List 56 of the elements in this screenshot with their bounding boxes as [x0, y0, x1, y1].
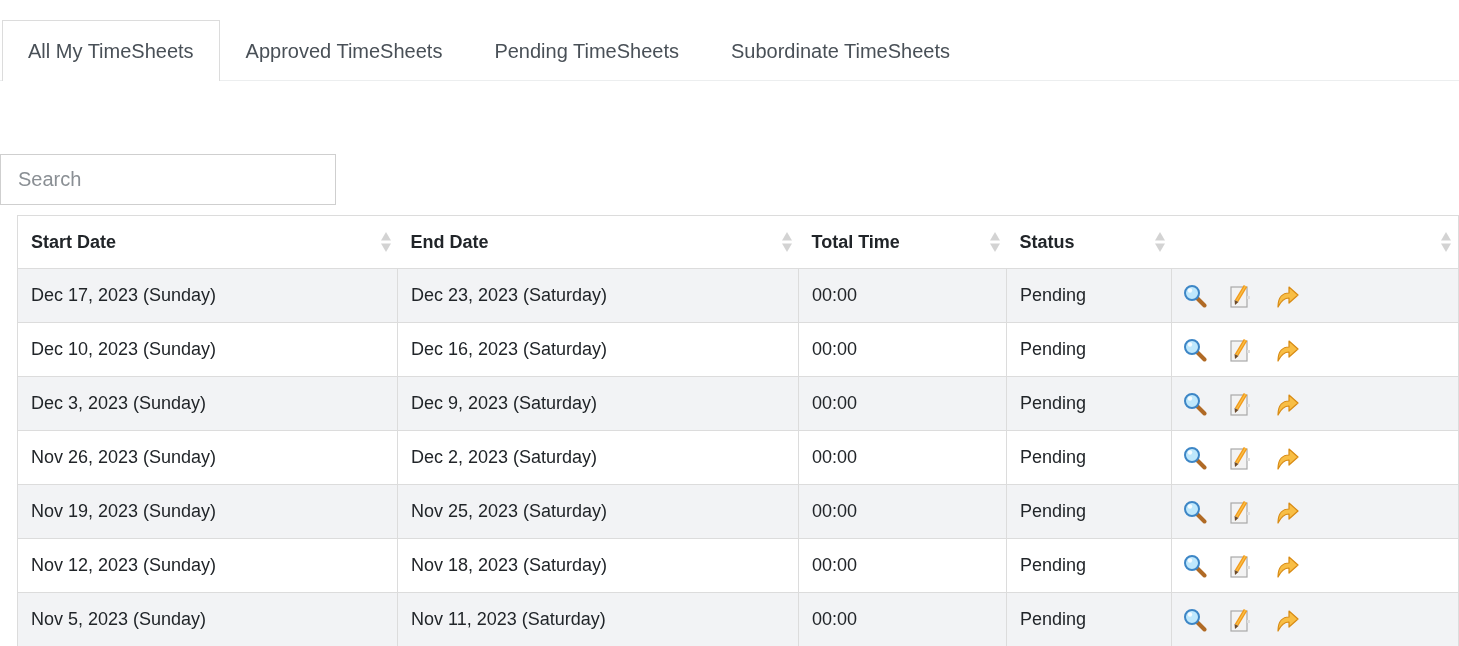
table-cell: Dec 23, 2023 (Saturday): [397, 268, 799, 323]
notepad-pencil-icon[interactable]: [1229, 283, 1253, 308]
magnifier-icon[interactable]: [1183, 391, 1207, 416]
magnifier-icon[interactable]: [1183, 283, 1207, 308]
table-cell: Pending: [1006, 430, 1172, 485]
sort-icon[interactable]: [1154, 231, 1165, 253]
table-cell: Dec 9, 2023 (Saturday): [397, 376, 799, 431]
column-header[interactable]: Status: [1006, 215, 1172, 269]
sort-icon[interactable]: [1441, 231, 1451, 253]
sort-icon[interactable]: [989, 231, 1000, 253]
table-cell: Nov 26, 2023 (Sunday): [17, 430, 398, 485]
table-cell: 00:00: [798, 376, 1007, 431]
table-cell: Nov 19, 2023 (Sunday): [17, 484, 398, 539]
table-cell: 00:00: [798, 322, 1007, 377]
table-cell: Dec 17, 2023 (Sunday): [17, 268, 398, 323]
tab[interactable]: All My TimeSheets: [2, 20, 220, 81]
sort-icon[interactable]: [781, 231, 792, 253]
table-cell: Dec 3, 2023 (Sunday): [17, 376, 398, 431]
column-header[interactable]: Total Time: [798, 215, 1007, 269]
table-cell: Nov 5, 2023 (Sunday): [17, 592, 398, 646]
column-header[interactable]: End Date: [397, 215, 799, 269]
magnifier-icon[interactable]: [1183, 445, 1207, 470]
tab[interactable]: Subordinate TimeSheets: [704, 20, 976, 81]
table-cell: 00:00: [798, 430, 1007, 485]
table-cell: Dec 16, 2023 (Saturday): [397, 322, 799, 377]
sort-icon[interactable]: [380, 231, 391, 253]
notepad-pencil-icon[interactable]: [1229, 445, 1253, 470]
table-cell: Dec 10, 2023 (Sunday): [17, 322, 398, 377]
table-cell: Pending: [1006, 322, 1172, 377]
column-header[interactable]: Start Date: [17, 215, 398, 269]
table-cell: Pending: [1006, 268, 1172, 323]
notepad-pencil-icon[interactable]: [1229, 607, 1253, 632]
table-cell: Pending: [1006, 538, 1172, 593]
table-cell: 00:00: [798, 538, 1007, 593]
notepad-pencil-icon[interactable]: [1229, 337, 1253, 362]
table-cell: Nov 11, 2023 (Saturday): [397, 592, 799, 646]
table-cell: 00:00: [798, 592, 1007, 646]
magnifier-icon[interactable]: [1183, 607, 1207, 632]
table-cell: 00:00: [798, 484, 1007, 539]
table-cell: Nov 18, 2023 (Saturday): [397, 538, 799, 593]
table-cell: 00:00: [798, 268, 1007, 323]
table-cell: Nov 25, 2023 (Saturday): [397, 484, 799, 539]
magnifier-icon[interactable]: [1183, 499, 1207, 524]
tab[interactable]: Approved TimeSheets: [219, 20, 469, 81]
magnifier-icon[interactable]: [1183, 337, 1207, 362]
magnifier-icon[interactable]: [1183, 553, 1207, 578]
table-cell: Pending: [1006, 484, 1172, 539]
notepad-pencil-icon[interactable]: [1229, 553, 1253, 578]
tab[interactable]: Pending TimeSheets: [468, 20, 705, 81]
notepad-pencil-icon[interactable]: [1229, 391, 1253, 416]
table-cell: Pending: [1006, 376, 1172, 431]
table-cell: Pending: [1006, 592, 1172, 646]
notepad-pencil-icon[interactable]: [1229, 499, 1253, 524]
table-cell: Nov 12, 2023 (Sunday): [17, 538, 398, 593]
search-field[interactable]: Search: [0, 154, 336, 205]
table-cell: Dec 2, 2023 (Saturday): [397, 430, 799, 485]
